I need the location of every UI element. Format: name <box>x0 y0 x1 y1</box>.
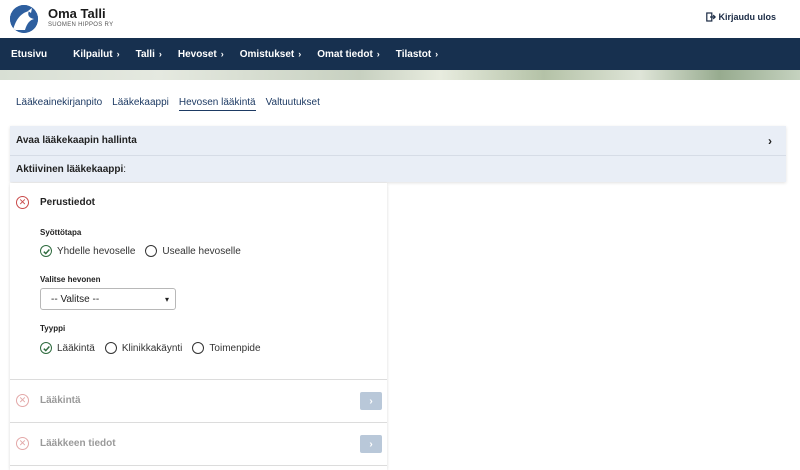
section-title: Perustiedot <box>40 197 96 208</box>
radio-usealle-hevoselle[interactable]: Usealle hevoselle <box>145 245 241 257</box>
type-label: Tyyppi <box>40 324 66 333</box>
section-title: Lääkkeen tiedot <box>40 438 116 449</box>
error-x-icon: ✕ <box>16 196 29 209</box>
top-header: Oma Talli SUOMEN HIPPOS RY Kirjaudu ulos <box>0 0 800 38</box>
main-navigation: Etusivu Kilpailut › Talli › Hevoset › Om… <box>0 38 800 70</box>
nav-item-talli[interactable]: Talli › <box>128 49 170 60</box>
nav-item-label: Omistukset <box>239 48 295 60</box>
section-header-laakkeen-tiedot[interactable]: ✕ Lääkkeen tiedot <box>16 437 116 450</box>
nav-item-label: Talli <box>135 48 155 60</box>
input-mode-radio-group: Yhdelle hevoselle Usealle hevoselle <box>40 245 241 257</box>
horse-logo-icon[interactable] <box>10 5 38 33</box>
input-mode-label: Syöttötapa <box>40 228 82 237</box>
section-header-laakinta[interactable]: ✕ Lääkintä <box>16 394 81 407</box>
checkmark-icon <box>40 245 52 257</box>
radio-circle-icon <box>104 342 117 354</box>
horse-select[interactable]: -- Valitse -- ▾ <box>40 288 176 310</box>
nav-item-omat-tiedot[interactable]: Omat tiedot › <box>309 49 388 60</box>
sub-tabs: Lääkeainekirjanpito Lääkekaappi Hevosen … <box>16 97 320 111</box>
radio-laakinta[interactable]: Lääkintä <box>40 342 95 354</box>
radio-klinikkakaynti[interactable]: Klinikkakäynti <box>104 342 183 354</box>
active-cabinet-label: Aktiivinen lääkekaappi <box>16 163 124 175</box>
hero-image-strip <box>0 70 800 80</box>
section-divider <box>10 379 387 380</box>
radio-yhdelle-hevoselle[interactable]: Yhdelle hevoselle <box>40 245 135 257</box>
app-subtitle: SUOMEN HIPPOS RY <box>48 22 114 28</box>
chevron-right-icon: › <box>298 49 302 59</box>
nav-item-etusivu[interactable]: Etusivu <box>0 49 65 60</box>
app-title: Oma Talli <box>48 6 106 21</box>
nav-item-omistukset[interactable]: Omistukset › <box>232 49 309 60</box>
radio-toimenpide[interactable]: Toimenpide <box>192 342 261 354</box>
active-cabinet-row: Aktiivinen lääkekaappi: <box>10 156 786 182</box>
active-cabinet-separator: : <box>123 163 127 175</box>
nav-item-label: Etusivu <box>11 48 48 60</box>
chevron-right-icon: › <box>435 49 439 59</box>
tab-laakeainekirjanpito[interactable]: Lääkeainekirjanpito <box>16 97 102 111</box>
chevron-right-icon: › <box>220 49 224 59</box>
nav-item-label: Hevoset <box>177 48 217 60</box>
tab-valtuutukset[interactable]: Valtuutukset <box>266 97 320 111</box>
nav-item-hevoset[interactable]: Hevoset › <box>170 49 232 60</box>
logout-label: Kirjaudu ulos <box>718 12 776 22</box>
radio-label: Yhdelle hevoselle <box>57 245 136 257</box>
tab-laakekaappi[interactable]: Lääkekaappi <box>112 97 169 111</box>
chevron-right-icon: › <box>116 49 120 59</box>
nav-item-label: Kilpailut <box>73 48 113 60</box>
open-cabinet-management-button[interactable]: Avaa lääkekaapin hallinta › <box>10 126 786 156</box>
section-divider <box>10 465 387 466</box>
sign-out-icon <box>706 12 717 22</box>
horse-select-value: -- Valitse -- <box>51 293 100 305</box>
chevron-right-icon: › <box>369 438 373 450</box>
radio-label: Toimenpide <box>209 342 261 354</box>
section-header-perustiedot[interactable]: ✕ Perustiedot <box>16 196 95 209</box>
chevron-down-icon: ▾ <box>164 294 169 304</box>
next-section-button[interactable]: › <box>360 435 382 453</box>
chevron-right-icon: › <box>158 49 162 59</box>
radio-label: Usealle hevoselle <box>162 245 241 257</box>
section-title: Lääkintä <box>40 395 81 406</box>
nav-item-kilpailut[interactable]: Kilpailut › <box>65 49 127 60</box>
logout-button[interactable]: Kirjaudu ulos <box>706 12 776 22</box>
radio-circle-icon <box>192 342 205 354</box>
horse-select-label: Valitse hevonen <box>40 275 101 284</box>
radio-circle-icon <box>145 245 158 257</box>
medication-form: ✕ Perustiedot Syöttötapa Yhdelle hevosel… <box>10 183 387 470</box>
error-x-icon: ✕ <box>16 437 29 450</box>
nav-item-label: Omat tiedot <box>317 48 373 60</box>
nav-item-label: Tilastot <box>395 48 432 60</box>
nav-item-tilastot[interactable]: Tilastot › <box>388 49 446 60</box>
chevron-right-icon: › <box>369 395 373 407</box>
radio-label: Klinikkakäynti <box>121 342 183 354</box>
next-section-button[interactable]: › <box>360 392 382 410</box>
chevron-right-icon: › <box>376 49 380 59</box>
section-divider <box>10 422 387 423</box>
checkmark-icon <box>40 342 52 354</box>
error-x-icon: ✕ <box>16 394 29 407</box>
radio-label: Lääkintä <box>57 342 95 354</box>
medicine-cabinet-panel: Avaa lääkekaapin hallinta › Aktiivinen l… <box>10 126 786 182</box>
tab-hevosen-laakinta[interactable]: Hevosen lääkintä <box>178 97 256 111</box>
open-cabinet-label: Avaa lääkekaapin hallinta <box>16 135 137 146</box>
type-radio-group: Lääkintä Klinikkakäynti Toimenpide <box>40 342 261 354</box>
chevron-right-icon: › <box>768 133 772 148</box>
